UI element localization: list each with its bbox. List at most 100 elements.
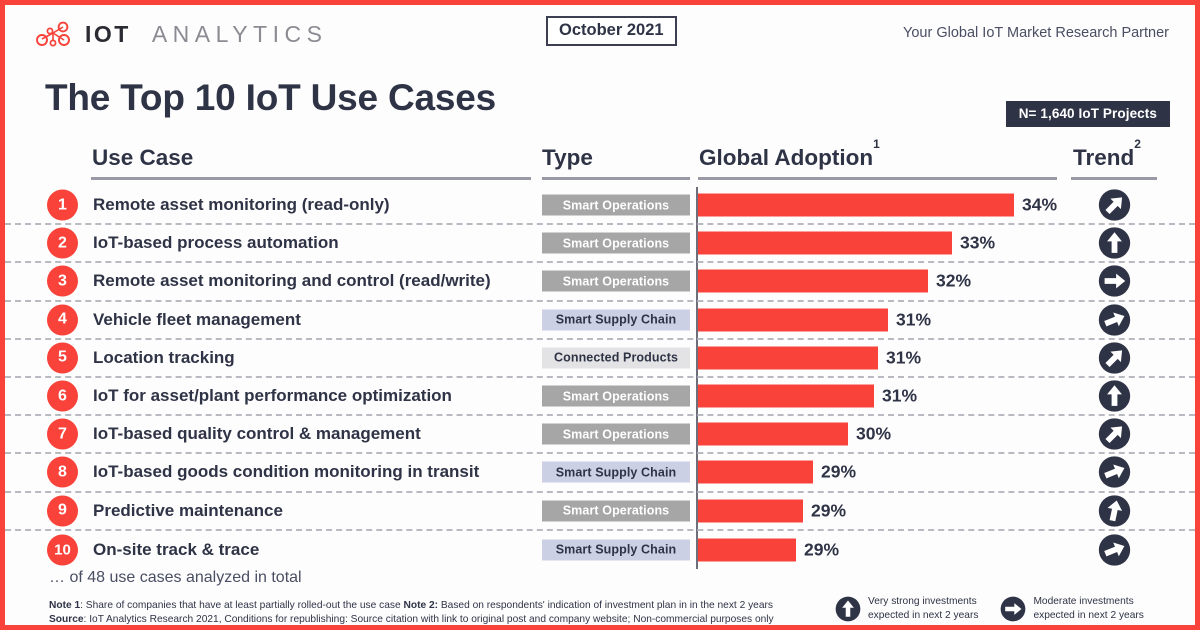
arrow-up-right-shallow-icon xyxy=(1098,303,1131,336)
type-badge: Smart Operations xyxy=(542,423,690,445)
column-header-global-adoption: Global Adoption1 xyxy=(699,137,880,171)
header-rule-trend xyxy=(1071,177,1157,180)
arrow-right-icon xyxy=(1001,596,1026,622)
infographic-frame: IOT ANALYTICS October 2021 Your Global I… xyxy=(0,0,1200,630)
note2-label: Note 2: xyxy=(403,600,439,611)
adoption-bar xyxy=(698,269,928,293)
source-text: : IoT Analytics Research 2021, Condition… xyxy=(83,614,774,626)
rank-badge: 1 xyxy=(47,189,78,221)
table-row[interactable]: 6 IoT for asset/plant performance optimiz… xyxy=(5,378,1195,417)
type-badge: Connected Products xyxy=(542,347,690,369)
rank-badge: 2 xyxy=(47,227,78,259)
rank-badge: 9 xyxy=(47,495,78,527)
type-badge: Smart Operations xyxy=(542,270,690,292)
arrow-up-right-icon xyxy=(1098,189,1131,221)
trend-icon-cell xyxy=(1098,418,1131,451)
use-case-label: Remote asset monitoring and control (rea… xyxy=(93,271,491,291)
legend-icon-wrap xyxy=(1000,596,1026,622)
type-badge: Smart Supply Chain xyxy=(542,539,690,561)
arrow-up-right-icon xyxy=(1098,342,1131,374)
type-badge: Smart Operations xyxy=(542,385,690,407)
rank-badge: 3 xyxy=(47,265,78,297)
use-case-label: IoT-based process automation xyxy=(93,233,339,253)
rank-badge: 4 xyxy=(47,304,78,336)
trend-icon-cell xyxy=(1098,189,1131,222)
use-case-label: Remote asset monitoring (read-only) xyxy=(93,195,390,215)
rank-badge: 8 xyxy=(47,456,78,488)
trend-icon-cell xyxy=(1098,265,1131,298)
use-case-label: Location tracking xyxy=(93,347,235,367)
column-header-use-case: Use Case xyxy=(92,145,194,170)
adoption-value: 31% xyxy=(886,347,922,368)
adoption-value: 31% xyxy=(896,309,932,330)
trend-legend: Very strong investments expected in next … xyxy=(835,595,1144,623)
use-case-label: Vehicle fleet management xyxy=(93,309,301,329)
table-row[interactable]: 3 Remote asset monitoring and control (re… xyxy=(5,263,1195,302)
column-header-global-adoption-footnote: 1 xyxy=(873,136,880,151)
adoption-bar xyxy=(698,538,796,562)
arrow-up-icon xyxy=(835,596,861,622)
use-case-label: IoT-based goods condition monitoring in … xyxy=(93,462,480,482)
adoption-bar xyxy=(698,346,878,370)
footnotes: Note 1: Share of companies that have at … xyxy=(49,599,774,628)
adoption-value: 32% xyxy=(936,270,972,291)
use-case-label: Predictive maintenance xyxy=(93,500,283,520)
type-badge: Smart Supply Chain xyxy=(542,309,690,331)
legend-label-line2: expected in next 2 years xyxy=(868,609,979,621)
page-title: The Top 10 IoT Use Cases xyxy=(45,77,496,118)
table-row[interactable]: 4 Vehicle fleet management Smart Supply Ch… xyxy=(5,302,1195,340)
legend-icon-wrap xyxy=(835,596,861,622)
column-header-trend-label: Trend xyxy=(1073,145,1135,170)
column-header-type: Type xyxy=(542,145,593,170)
trend-icon-cell xyxy=(1098,456,1131,489)
arrow-up-steep-icon xyxy=(1098,494,1131,527)
legend-label-line1: Moderate investments xyxy=(1033,596,1134,607)
adoption-value: 34% xyxy=(1022,194,1058,215)
table-row[interactable]: 10 On-site track & trace Smart Supply Chai… xyxy=(5,531,1195,569)
column-header-trend: Trend2 xyxy=(1073,137,1141,171)
adoption-bar xyxy=(698,308,888,332)
arrow-up-icon xyxy=(1098,380,1131,412)
adoption-bar xyxy=(698,231,952,255)
trend-icon-cell xyxy=(1098,533,1131,566)
table-row[interactable]: 7 IoT-based quality control & management S… xyxy=(5,416,1195,455)
legend-item: Moderate investments expected in next 2 y… xyxy=(1000,595,1144,623)
type-badge: Smart Supply Chain xyxy=(542,461,690,483)
table-row[interactable]: 1 Remote asset monitoring (read-only) Smar… xyxy=(5,187,1195,226)
brand-logo: IOT ANALYTICS xyxy=(33,19,327,49)
legend-label-line2: expected in next 2 years xyxy=(1033,609,1144,621)
adoption-value: 30% xyxy=(856,423,892,444)
column-header-trend-footnote: 2 xyxy=(1134,136,1141,151)
header-rule-type xyxy=(542,177,690,180)
trend-icon-cell xyxy=(1098,227,1131,260)
column-headers: Use Case Type Global Adoption1 Trend2 xyxy=(5,137,1195,179)
date-badge: October 2021 xyxy=(546,16,677,46)
trend-icon-cell xyxy=(1098,341,1131,374)
note2-text: Based on respondents' indication of inve… xyxy=(438,600,773,611)
adoption-value: 31% xyxy=(882,385,918,406)
trend-icon-cell xyxy=(1098,303,1131,336)
source-label: Source xyxy=(49,614,84,626)
note1-label: Note 1 xyxy=(49,600,81,611)
header-rule-use-case xyxy=(91,177,531,180)
header-rule-adoption xyxy=(698,177,1057,180)
adoption-bar xyxy=(698,422,848,446)
legend-label-line1: Very strong investments xyxy=(868,596,977,607)
adoption-value: 29% xyxy=(821,461,857,482)
footnote-notes-line: Note 1: Share of companies that have at … xyxy=(49,599,774,613)
network-nodes-icon xyxy=(36,21,70,47)
table-row[interactable]: 2 IoT-based process automation Smart Opera… xyxy=(5,225,1195,264)
table-row[interactable]: 5 Location tracking Connected Products 31% xyxy=(5,340,1195,378)
arrow-up-right-shallow-icon xyxy=(1098,456,1131,489)
legend-label: Very strong investments expected in next … xyxy=(868,595,978,623)
adoption-value: 29% xyxy=(811,500,847,521)
logo-text-iot: IOT xyxy=(85,20,131,47)
use-case-label: IoT for asset/plant performance optimiza… xyxy=(93,386,452,406)
table-row[interactable]: 8 IoT-based goods condition monitoring in… xyxy=(5,454,1195,493)
note1-text: : Share of companies that have at least … xyxy=(80,600,404,611)
table-row[interactable]: 9 Predictive maintenance Smart Operations 2… xyxy=(5,493,1195,531)
rank-badge: 7 xyxy=(47,418,78,450)
sample-size-badge: N= 1,640 IoT Projects xyxy=(1005,101,1170,127)
arrow-up-right-icon xyxy=(1098,418,1131,450)
trend-icon-cell xyxy=(1098,494,1131,527)
